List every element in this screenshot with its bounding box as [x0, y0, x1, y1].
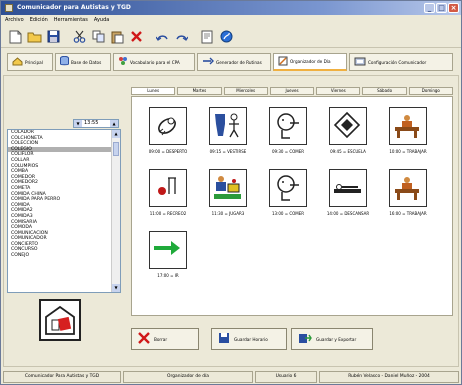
- recess-icon: [149, 169, 187, 207]
- status-user: Usuario 6: [255, 371, 317, 383]
- new-doc-icon[interactable]: [7, 29, 23, 45]
- combo-down-icon[interactable]: ▼: [74, 120, 82, 127]
- go-arrow-icon: [149, 231, 187, 269]
- title-bar[interactable]: Comunicador para Autistas y TGD _ □ ×: [1, 1, 461, 15]
- day-tab-miercoles[interactable]: Miercoles: [223, 87, 268, 95]
- status-bar: Comunicador Para Autistas y TGD Organiza…: [3, 371, 459, 383]
- eat-icon: [269, 169, 307, 207]
- work-icon: [389, 107, 427, 145]
- schedule-card[interactable]: 11:00 = RECREO2: [142, 169, 194, 221]
- day-tab-sabado[interactable]: Sábado: [362, 87, 407, 95]
- tab-principal[interactable]: Principal: [7, 53, 53, 71]
- dress-icon: [209, 107, 247, 145]
- menu-edicion[interactable]: Edición: [30, 15, 48, 25]
- schedule-card[interactable]: 10:00 = TRABAJAR: [382, 107, 434, 159]
- eat-icon: [269, 107, 307, 145]
- borrar-button[interactable]: Borrar: [131, 328, 199, 350]
- schedule-card[interactable]: 16:00 = TRABAJAR: [382, 169, 434, 221]
- delete-icon[interactable]: [128, 29, 144, 45]
- schedule-card[interactable]: 09:00 = DESPERTO: [142, 107, 194, 159]
- schedule-card[interactable]: 09:15 = VESTIRSE: [202, 107, 254, 159]
- word-list[interactable]: COLADOR COLCHONETA COLECCION COLEGIO COLIFLO…: [7, 129, 121, 293]
- minimize-button[interactable]: _: [424, 3, 435, 13]
- menu-archivo[interactable]: Archivo: [5, 15, 24, 25]
- cut-icon[interactable]: [71, 29, 87, 45]
- delete-x-icon: [138, 331, 150, 347]
- tab-base-de-datos[interactable]: Base de Datos: [55, 53, 111, 71]
- scroll-thumb[interactable]: [113, 142, 119, 156]
- print-preview-icon[interactable]: [199, 29, 215, 45]
- menu-herramientas[interactable]: Herramientas: [54, 15, 88, 25]
- main-tabs: Principal Base de Datos Vocabulario para…: [7, 53, 457, 73]
- routine-icon: [202, 57, 214, 67]
- wake-up-icon: [149, 107, 187, 145]
- word-list-items: COLADOR COLCHONETA COLECCION COLEGIO COLIFLO…: [8, 130, 112, 259]
- guardar-horario-button[interactable]: Guardar Horario: [211, 328, 287, 350]
- toolbar: [1, 26, 461, 48]
- schedule-card[interactable]: 09:30 = COMER: [262, 107, 314, 159]
- schedule-card[interactable]: 13:00 = COMER: [262, 169, 314, 221]
- schedule-card[interactable]: 14:00 = DESCANSAR: [322, 169, 374, 221]
- config-icon: [354, 57, 366, 68]
- tab-organizador-dia[interactable]: Organizador de Día: [273, 53, 347, 71]
- undo-icon[interactable]: [154, 29, 170, 45]
- menu-bar: Archivo Edición Herramientas Ayuda: [1, 15, 461, 25]
- schedule-card[interactable]: 17:00 = IR: [142, 231, 194, 283]
- tab-generador-rutinas[interactable]: Generador de Rutinas: [197, 53, 271, 71]
- status-app: Comunicador Para Autistas y TGD: [3, 371, 121, 383]
- status-credits: Rubén Velasco - Daniel Muñoz - 2004: [319, 371, 459, 383]
- organizer-icon: [278, 56, 288, 68]
- schedule-card[interactable]: 09:45 = ESCUELA: [322, 107, 374, 159]
- action-buttons: Borrar Guardar Horario Guardar y Exporta…: [131, 328, 381, 350]
- day-tab-jueves[interactable]: Jueves: [269, 87, 315, 95]
- combo-spin-icon[interactable]: ▲: [110, 120, 118, 127]
- rest-icon: [329, 169, 367, 207]
- vocabulary-icon: [118, 56, 128, 68]
- save-icon: [218, 332, 230, 347]
- house-icon: [12, 56, 23, 68]
- work-icon: [389, 169, 427, 207]
- maximize-button[interactable]: □: [436, 3, 447, 13]
- tab-configuracion[interactable]: Configuración Comunicador: [349, 53, 453, 71]
- time-value: 13:55: [84, 120, 99, 126]
- copy-icon[interactable]: [90, 29, 106, 45]
- school-building-icon: [45, 305, 75, 335]
- day-tab-lunes[interactable]: Lunes: [131, 87, 176, 95]
- school-icon: [329, 107, 367, 145]
- schedule-board: 09:00 = DESPERTO 09:15 = VESTIRSE 09:30 …: [131, 96, 453, 316]
- day-tab-viernes[interactable]: Viernes: [316, 87, 361, 95]
- window-title: Comunicador para Autistas y TGD: [17, 4, 131, 11]
- app-window: Comunicador para Autistas y TGD _ □ × Ar…: [0, 0, 462, 385]
- database-icon: [60, 55, 69, 68]
- tab-vocabulario[interactable]: Vocabulario para el CPA: [113, 53, 195, 71]
- guardar-exportar-button[interactable]: Guardar y Exportar: [291, 328, 373, 350]
- schedule-card[interactable]: 11:30 = JUGAR3: [202, 169, 254, 221]
- export-icon: [298, 332, 312, 347]
- scroll-up-icon[interactable]: ▲: [112, 130, 120, 138]
- menu-ayuda[interactable]: Ayuda: [94, 15, 109, 25]
- play-icon: [209, 169, 247, 207]
- app-icon: [5, 4, 13, 12]
- list-item[interactable]: CONEJO: [8, 253, 112, 259]
- time-combo[interactable]: ▼ 13:55 ▲: [73, 119, 119, 128]
- word-list-scrollbar[interactable]: ▲ ▼: [111, 130, 120, 292]
- help-icon[interactable]: [218, 29, 234, 45]
- day-tabs: Lunes Martes Miercoles Jueves Viernes Sá…: [131, 87, 453, 95]
- pictogram-preview: [39, 299, 81, 341]
- open-folder-icon[interactable]: [26, 29, 42, 45]
- paste-icon[interactable]: [109, 29, 125, 45]
- status-section: Organizador de día: [123, 371, 253, 383]
- scroll-down-icon[interactable]: ▼: [112, 284, 120, 292]
- save-icon[interactable]: [45, 29, 61, 45]
- day-tab-martes[interactable]: Martes: [177, 87, 222, 95]
- day-tab-domingo[interactable]: Domingo: [408, 87, 453, 95]
- redo-icon[interactable]: [173, 29, 189, 45]
- close-button[interactable]: ×: [448, 3, 459, 13]
